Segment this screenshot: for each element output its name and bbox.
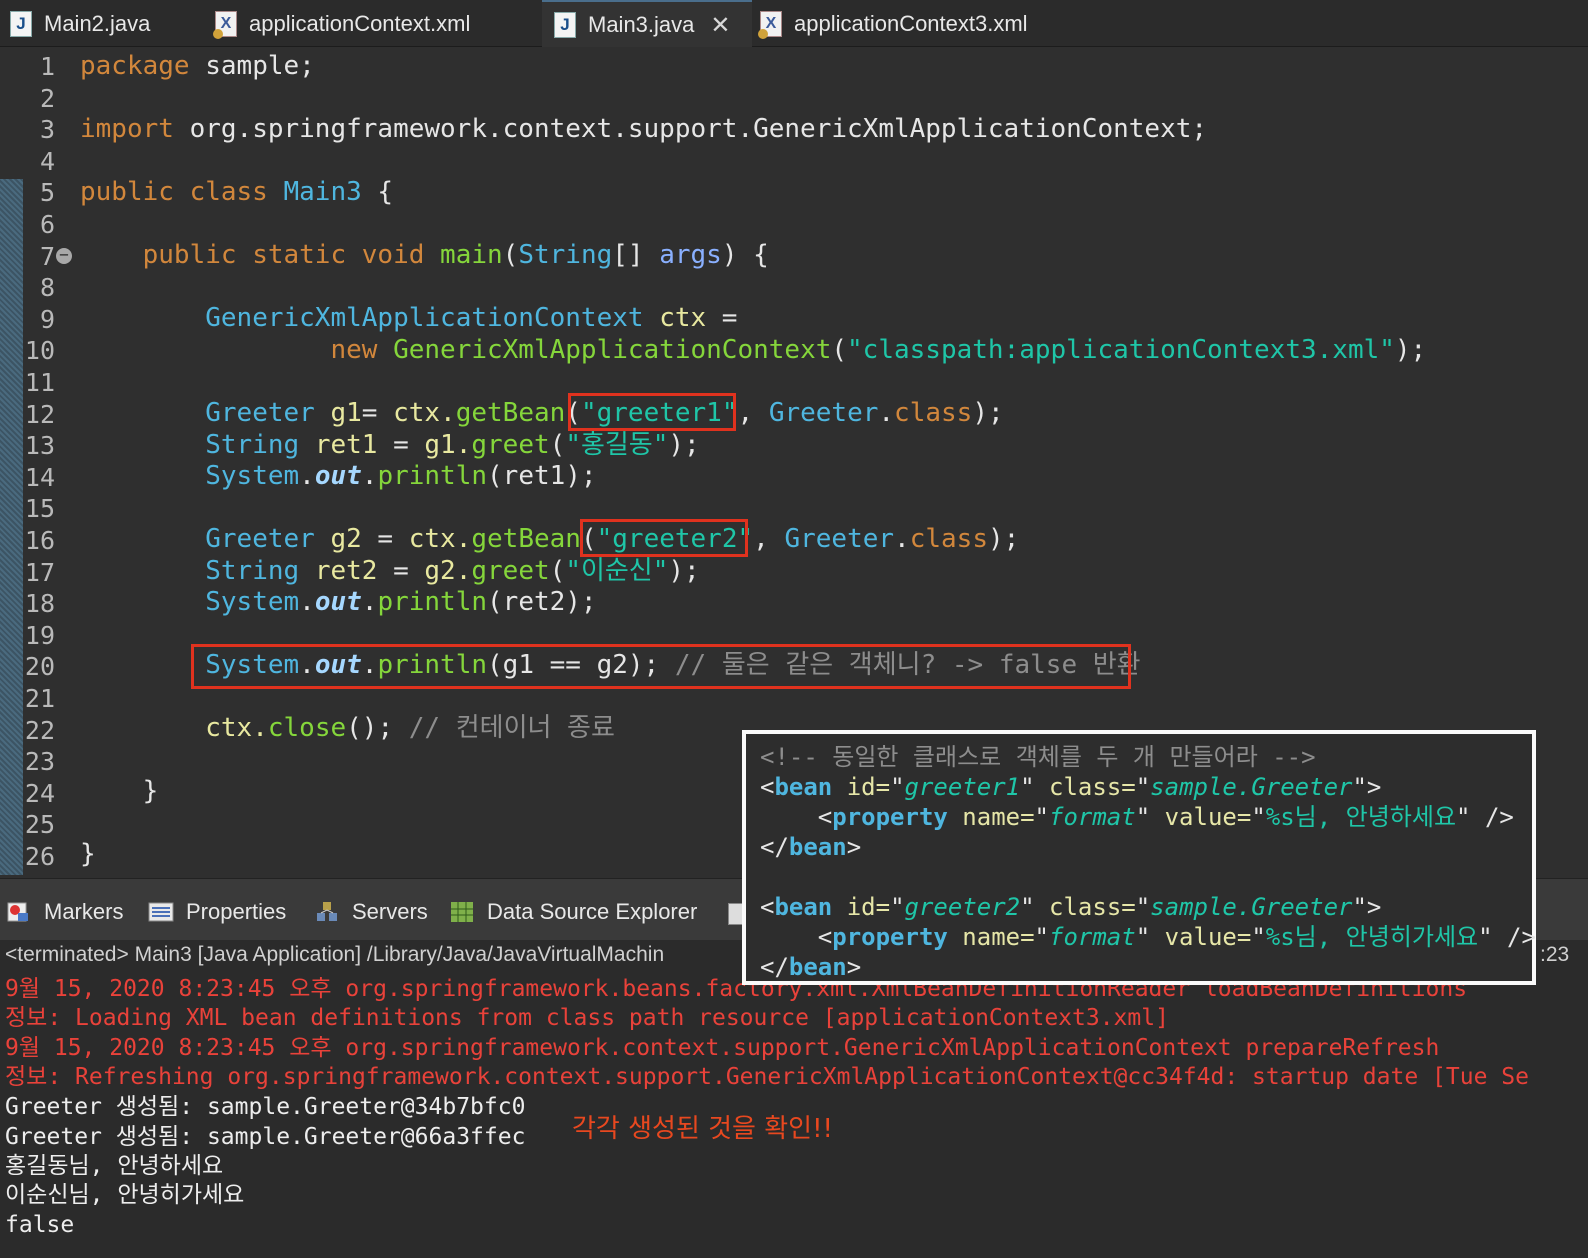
code-line-5: public class Main3 { [80,177,394,207]
console-line: 정보: Refreshing org.springframework.conte… [5,1064,1529,1090]
highlight-greeter1 [568,393,736,431]
line-number: 22 [24,715,55,745]
line-number: 3 [39,115,55,145]
highlight-greeter2 [580,519,748,557]
tab-label: Servers [352,899,428,924]
line-number: 21 [24,684,55,713]
line-number: 1 [39,52,55,81]
line-number: 11 [24,368,55,397]
line-number: 12 [24,399,55,429]
line-number: 10 [24,336,55,366]
properties-icon [148,902,174,922]
code-line-14: System.out.println(ret1); [205,461,597,491]
line-number: 17 [24,557,55,587]
console-header: <terminated> Main3 [Java Application] /L… [5,943,665,966]
line-number: 6 [39,210,55,239]
line-number: 24 [24,778,55,808]
line-number: 4 [39,146,55,176]
markers-icon [7,902,28,922]
line-number: 20 [24,652,55,682]
code-line-13: String ret1 = g1.greet("홍길동"); [205,430,700,460]
xml-blank [760,862,1532,892]
servers-icon [317,902,337,921]
editor-tab-bar: J Main2.java X applicationContext.xml J … [0,0,1588,47]
tab-label: Properties [186,899,287,924]
code-line-7: public static void main(String[] args) { [142,240,769,270]
line-number: 25 [24,810,55,840]
code-line-17: String ret2 = g2.greet("이순신"); [205,556,700,586]
tab-main3-java[interactable]: J Main3.java ✕ [542,0,752,47]
code-line-24: } [142,776,159,806]
xml-bean1-open: <bean id="greeter1" class="sample.Greete… [760,773,1382,801]
line-number: 23 [24,747,55,777]
tab-data-source-explorer[interactable]: Data Source Explorer [449,899,697,925]
tab-markers[interactable]: Markers [6,899,123,925]
code-line-9: GenericXmlApplicationContext ctx = [205,303,738,333]
console-view[interactable]: 9월 15, 2020 8:23:45 오후 org.springframewo… [0,940,1588,1258]
highlight-println-compare [191,644,1131,689]
tab-label: applicationContext.xml [249,10,471,36]
fold-collapse-icon[interactable]: − [56,247,72,264]
tab-properties[interactable]: Properties [148,899,286,925]
console-line: 이순신님, 안녕히가세요 [5,1182,245,1208]
tab-applicationcontext3-xml[interactable]: X applicationContext3.xml [758,0,1100,47]
console-line: Greeter 생성됨: sample.Greeter@34b7bfc0 [5,1094,526,1120]
console-header-tail: :23 [1540,943,1570,966]
xml-bean2-property: <property name="format" value="%s님, 안녕히가… [817,923,1536,951]
tab-main2-java[interactable]: J Main2.java [10,0,210,47]
tab-applicationcontext-xml[interactable]: X applicationContext.xml [213,0,535,47]
xml-file-icon: X [213,10,237,39]
code-line-26: } [80,839,96,869]
console-line: Greeter 생성됨: sample.Greeter@66a3ffec [5,1124,526,1150]
xml-snippet-overlay: <!-- 동일한 클래스로 객체를 두 개 만들어라 --> <bean id=… [742,730,1536,985]
code-line-10: new GenericXmlApplicationContext("classp… [330,335,1427,365]
line-number: 7 [39,241,55,271]
line-number: 2 [39,83,55,113]
line-number: 16 [24,526,55,555]
xml-bean2-open: <bean id="greeter2" class="sample.Greete… [760,893,1382,921]
line-number: 19 [24,620,55,650]
line-number: 9 [39,304,55,334]
line-number: 5 [39,178,55,208]
console-line: 9월 15, 2020 8:23:45 오후 org.springframewo… [5,1035,1440,1061]
xml-bean1-property: <property name="format" value="%s님, 안녕하세… [817,803,1514,831]
tab-servers[interactable]: Servers [314,899,428,925]
line-number: 26 [24,842,55,871]
code-line-22: ctx.close(); // 컨테이너 종료 [205,713,615,743]
java-file-icon: J [10,10,32,37]
xml-bean1-close: </bean> [760,833,862,861]
console-line: false [5,1212,75,1238]
data-source-icon [451,902,473,922]
line-number: 13 [24,431,55,461]
code-line-18: System.out.println(ret2); [205,587,597,617]
tab-label: Main3.java [588,11,695,37]
code-line-3: import org.springframework.context.suppo… [80,114,1208,144]
annotation-note: 각각 생성된 것을 확인!! [572,1114,833,1144]
code-line-12: Greeter g1= ctx.getBean("greeter1", Gree… [205,398,1004,428]
code-line-1: package sample; [80,51,315,81]
xml-comment: <!-- 동일한 클래스로 객체를 두 개 만들어라 --> [760,743,1316,771]
code-line-16: Greeter g2 = ctx.getBean("greeter2", Gre… [205,524,1020,554]
xml-bean2-close: </bean> [760,953,862,981]
close-icon[interactable]: ✕ [710,11,730,39]
line-number: 14 [24,462,55,492]
java-file-icon: J [554,11,576,38]
tab-label: Markers [44,899,124,924]
tab-label: applicationContext3.xml [794,10,1028,36]
line-number: 18 [24,589,55,619]
console-line: 정보: Loading XML bean definitions from cl… [5,1005,1169,1031]
line-number: 8 [39,273,55,303]
xml-file-icon: X [758,10,782,39]
line-number: 15 [24,494,55,524]
tab-label: Data Source Explorer [487,899,698,924]
console-line: 홍길동님, 안녕하세요 [5,1153,224,1179]
tab-label: Main2.java [44,10,151,36]
